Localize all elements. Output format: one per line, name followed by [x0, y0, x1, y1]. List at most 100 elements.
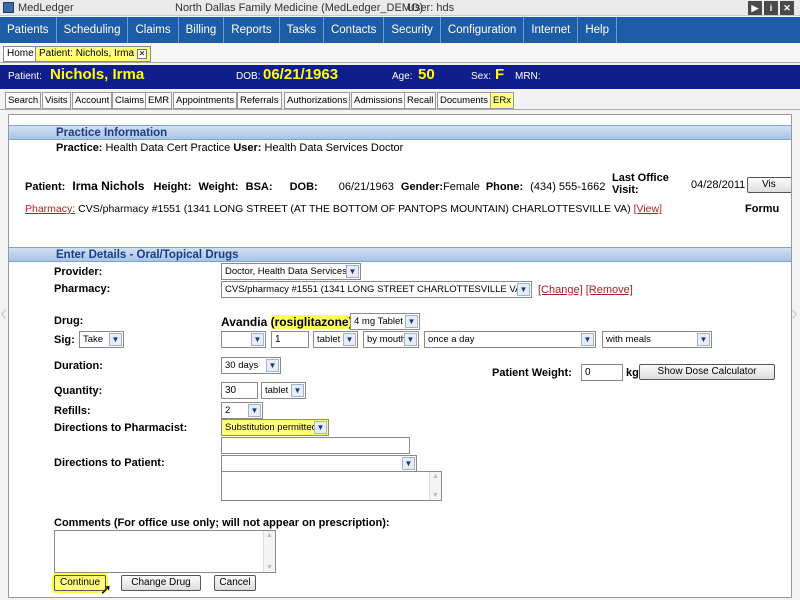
change-pharmacy-link[interactable]: [Change] [538, 284, 583, 296]
tab-admissions[interactable]: Admissions [351, 92, 406, 109]
info-icon[interactable]: i [764, 1, 778, 15]
chevron-down-icon: ▼ [109, 333, 122, 346]
tab-appointments[interactable]: Appointments [173, 92, 238, 109]
last-visit-date: 04/28/2011 [691, 179, 746, 191]
quantity-unit-select[interactable]: tablet ▼ [261, 382, 306, 399]
sig-blank-select[interactable]: ▼ [221, 331, 266, 348]
pharmacy-label: Pharmacy: [54, 283, 111, 295]
directions-patient-textarea[interactable]: ▲ ▼ [221, 471, 442, 501]
app-icon [3, 2, 14, 13]
patient-gender: Female [443, 181, 480, 193]
provider-select[interactable]: Doctor, Health Data Services ▼ [221, 263, 361, 280]
patient-full-name: Irma Nichols [72, 179, 145, 193]
close-icon[interactable]: ✕ [137, 49, 148, 59]
chevron-down-icon: ▼ [343, 333, 356, 346]
formulary-label: Formu [745, 203, 780, 215]
menu-patients[interactable]: Patients [0, 17, 57, 43]
patient-sex: F [495, 66, 505, 83]
menu-claims[interactable]: Claims [128, 17, 179, 43]
menu-scheduling[interactable]: Scheduling [57, 17, 129, 43]
user-label: User: [233, 142, 262, 154]
quantity-input[interactable]: 30 [221, 382, 258, 399]
chevron-down-icon: ▼ [248, 404, 261, 417]
refills-select[interactable]: 2 ▼ [221, 402, 263, 419]
patient-dob: 06/21/1963 [263, 66, 339, 83]
tab-documents[interactable]: Documents [437, 92, 492, 109]
pharmacy-select[interactable]: CVS/pharmacy #1551 (1341 LONG STREET CHA… [221, 281, 532, 298]
tab-authorizations[interactable]: Authorizations [284, 92, 351, 109]
tab-visits[interactable]: Visits [42, 92, 71, 109]
tab-search[interactable]: Search [5, 92, 42, 109]
sig-extra-select[interactable]: with meals ▼ [602, 331, 712, 348]
sig-unit-select[interactable]: tablet ▼ [313, 331, 358, 348]
chevron-down-icon: ▼ [314, 421, 327, 434]
patient-age: 50 [418, 66, 435, 83]
play-icon[interactable]: ▶ [748, 1, 762, 15]
practice-info-heading: Practice Information [9, 125, 791, 140]
sig-frequency-select[interactable]: once a day ▼ [424, 331, 596, 348]
height-label: Height: [153, 181, 192, 193]
menu-security[interactable]: Security [384, 17, 441, 43]
cancel-button[interactable]: Cancel [214, 575, 256, 591]
menu-billing[interactable]: Billing [179, 17, 225, 43]
patient-summary-row: Patient: Irma Nichols Height: Weight: BS… [25, 179, 605, 193]
duration-select[interactable]: 30 days ▼ [221, 357, 281, 374]
phone-label: Phone: [485, 181, 524, 193]
pharmacy-links: [Change] [Remove] [538, 284, 633, 296]
weight-unit: kg [626, 367, 639, 379]
menu-configuration[interactable]: Configuration [441, 17, 525, 43]
view-pharmacy-link[interactable]: [View] [634, 203, 662, 215]
tab-referrals[interactable]: Referrals [237, 92, 282, 109]
chevron-down-icon: ▼ [517, 283, 530, 296]
tab-patient[interactable]: Patient: Nichols, Irma ✕ [35, 46, 152, 62]
dob-label: DOB: [236, 71, 261, 82]
pharmacy-link[interactable]: Pharmacy: [25, 203, 75, 215]
practice-label: Practice: [56, 142, 103, 154]
menu-bar: Patients Scheduling Claims Billing Repor… [0, 17, 800, 43]
close-icon[interactable]: ✕ [780, 1, 794, 15]
app-name: MedLedger [18, 2, 74, 14]
drug-strength-select[interactable]: 4 mg Tablet ▼ [350, 313, 420, 330]
drug-label: Drug: [54, 315, 84, 327]
directions-pharmacist-label: Directions to Pharmacist: [54, 422, 188, 434]
sig-quantity-input[interactable]: 1 [271, 331, 309, 348]
prev-page-icon[interactable]: ‹ [0, 300, 7, 326]
comments-textarea[interactable]: ▲ ▼ [54, 530, 276, 573]
tab-emr[interactable]: EMR [145, 92, 173, 109]
tab-erx[interactable]: ERx [490, 92, 514, 109]
tab-patient-label: Patient: Nichols, Irma [39, 48, 135, 59]
remove-pharmacy-link[interactable]: [Remove] [586, 284, 633, 296]
chevron-down-icon: ▼ [404, 333, 417, 346]
menu-reports[interactable]: Reports [224, 17, 280, 43]
show-dose-calculator-button[interactable]: Show Dose Calculator [639, 364, 775, 380]
user-name: Health Data Services Doctor [264, 142, 404, 154]
menu-internet[interactable]: Internet [524, 17, 579, 43]
chevron-down-icon: ▼ [402, 457, 415, 470]
practice-row: Practice: Health Data Cert Practice User… [56, 142, 403, 154]
drug-name: Avandia [221, 315, 268, 329]
sig-route-select[interactable]: by mouth ▼ [363, 331, 419, 348]
menu-tasks[interactable]: Tasks [280, 17, 324, 43]
tab-home[interactable]: Home [3, 46, 38, 62]
tab-recall[interactable]: Recall [404, 92, 437, 109]
tab-claims[interactable]: Claims [112, 92, 148, 109]
directions-pharmacist-select[interactable]: Substitution permitted ▼ [221, 419, 329, 436]
tab-account[interactable]: Account [72, 92, 113, 109]
user-label: User: hds [407, 2, 455, 14]
patient-banner: Patient: Nichols, Irma DOB: 06/21/1963 A… [0, 65, 800, 89]
weight-label: Weight: [198, 181, 239, 193]
sig-verb-select[interactable]: Take ▼ [79, 331, 124, 348]
chevron-down-icon: ▼ [697, 333, 710, 346]
change-drug-button[interactable]: Change Drug [121, 575, 201, 591]
bsa-label: BSA: [245, 181, 273, 193]
age-label: Age: [392, 71, 413, 82]
directions-pharmacist-input[interactable] [221, 437, 410, 454]
menu-help[interactable]: Help [578, 17, 617, 43]
directions-patient-select[interactable]: ▼ [221, 455, 417, 472]
last-visit-label-2: Visit: [612, 184, 639, 196]
visit-button[interactable]: Vis [747, 177, 791, 193]
menu-contacts[interactable]: Contacts [324, 17, 385, 43]
continue-button[interactable]: Continue [54, 575, 106, 591]
dob-label: DOB: [289, 181, 318, 193]
patient-weight-input[interactable]: 0 [581, 364, 623, 381]
